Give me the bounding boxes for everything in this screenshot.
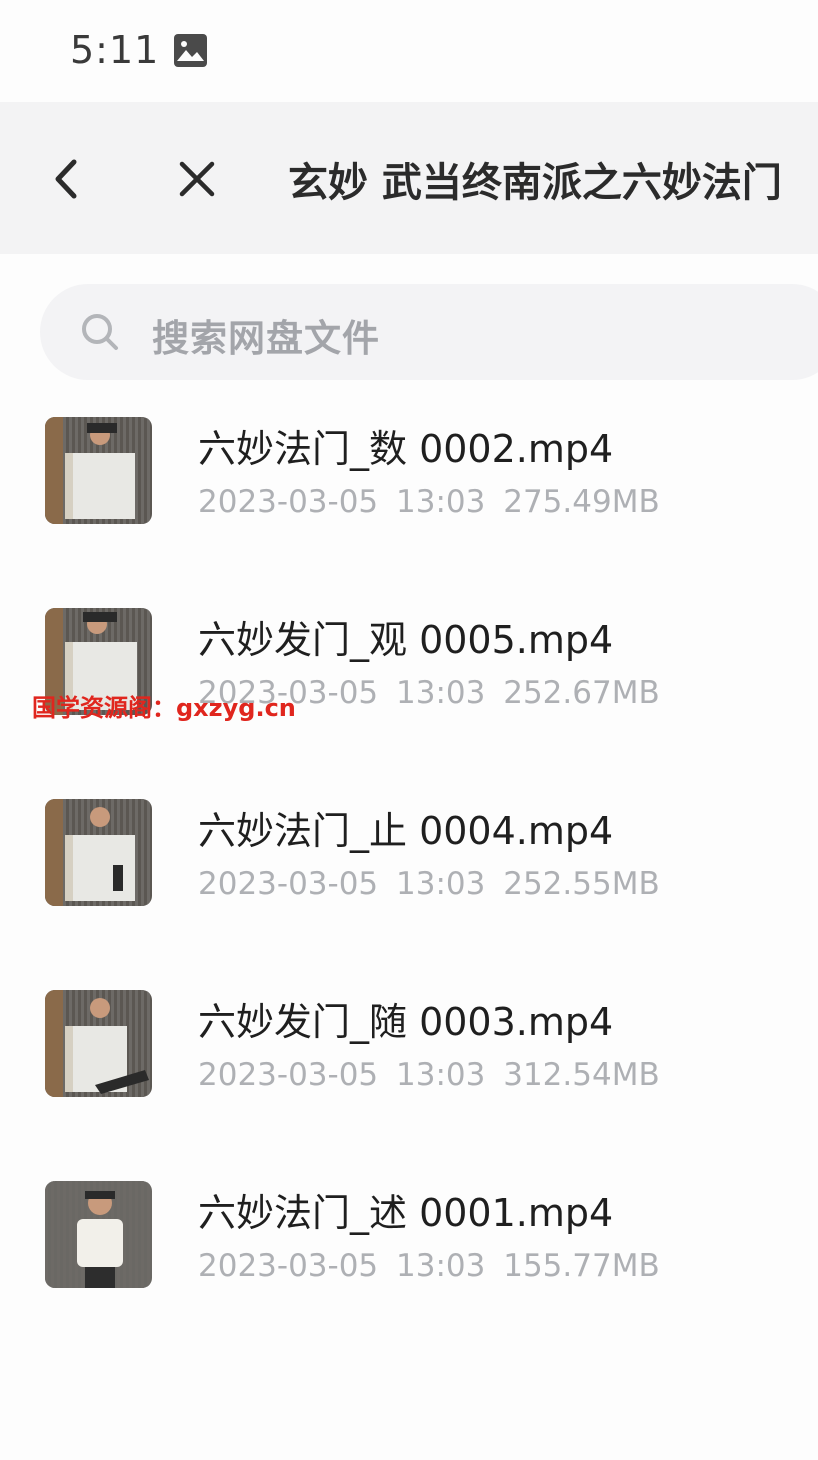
list-item[interactable]: 六妙法门_数 0002.mp4 2023-03-05 13:03 275.49M… bbox=[0, 400, 818, 591]
watermark: 国学资源阁：gxzyg.cn bbox=[32, 694, 296, 722]
status-bar: 5:11 bbox=[0, 0, 818, 102]
file-meta: 2023-03-05 13:03 155.77MB bbox=[198, 1248, 660, 1284]
file-time: 13:03 bbox=[396, 1248, 486, 1284]
file-size: 252.67MB bbox=[503, 675, 660, 711]
list-item[interactable]: 六妙法门_述 0001.mp4 2023-03-05 13:03 155.77M… bbox=[0, 1164, 818, 1355]
close-icon[interactable] bbox=[170, 152, 224, 206]
file-size: 312.54MB bbox=[503, 1057, 660, 1093]
file-name: 六妙法门_数 0002.mp4 bbox=[198, 427, 614, 471]
file-date: 2023-03-05 bbox=[198, 484, 379, 520]
video-thumbnail bbox=[45, 990, 152, 1097]
search-icon bbox=[80, 312, 120, 352]
search-input[interactable]: 搜索网盘文件 bbox=[40, 284, 818, 380]
file-date: 2023-03-05 bbox=[198, 866, 379, 902]
video-thumbnail bbox=[45, 799, 152, 906]
file-name: 六妙法门_止 0004.mp4 bbox=[198, 809, 614, 853]
file-name: 六妙发门_观 0005.mp4 bbox=[198, 618, 614, 662]
file-name: 六妙法门_述 0001.mp4 bbox=[198, 1191, 614, 1235]
list-item[interactable]: 六妙发门_观 0005.mp4 2023-03-05 13:03 252.67M… bbox=[0, 591, 818, 782]
file-meta: 2023-03-05 13:03 252.55MB bbox=[198, 866, 660, 902]
file-name: 六妙发门_随 0003.mp4 bbox=[198, 1000, 614, 1044]
file-size: 252.55MB bbox=[503, 866, 660, 902]
video-thumbnail bbox=[45, 417, 152, 524]
title-bar: 玄妙 武当终南派之六妙法门 bbox=[0, 102, 818, 254]
page-title: 玄妙 武当终南派之六妙法门 bbox=[288, 160, 782, 206]
file-time: 13:03 bbox=[396, 1057, 486, 1093]
file-size: 275.49MB bbox=[503, 484, 660, 520]
image-icon bbox=[173, 33, 208, 68]
file-time: 13:03 bbox=[396, 484, 486, 520]
file-meta: 2023-03-05 13:03 275.49MB bbox=[198, 484, 660, 520]
video-thumbnail bbox=[45, 1181, 152, 1288]
file-meta: 2023-03-05 13:03 312.54MB bbox=[198, 1057, 660, 1093]
file-list: 六妙法门_数 0002.mp4 2023-03-05 13:03 275.49M… bbox=[0, 400, 818, 1355]
list-item[interactable]: 六妙发门_随 0003.mp4 2023-03-05 13:03 312.54M… bbox=[0, 973, 818, 1164]
file-size: 155.77MB bbox=[503, 1248, 660, 1284]
status-time: 5:11 bbox=[70, 28, 160, 72]
file-time: 13:03 bbox=[396, 675, 486, 711]
file-time: 13:03 bbox=[396, 866, 486, 902]
file-date: 2023-03-05 bbox=[198, 1248, 379, 1284]
list-item[interactable]: 六妙法门_止 0004.mp4 2023-03-05 13:03 252.55M… bbox=[0, 782, 818, 973]
file-date: 2023-03-05 bbox=[198, 1057, 379, 1093]
search-placeholder: 搜索网盘文件 bbox=[152, 317, 380, 360]
chevron-left-icon[interactable] bbox=[40, 152, 94, 206]
